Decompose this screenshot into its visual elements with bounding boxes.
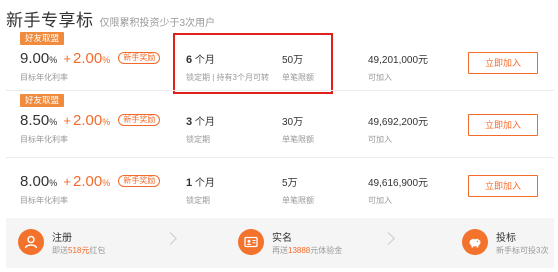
rate-label: 目标年化利率 [20, 135, 68, 144]
term-number: 3 [186, 116, 193, 128]
base-rate: 8.50 [20, 112, 50, 129]
base-rate: 9.00 [20, 50, 50, 67]
chevron-right-icon [164, 232, 177, 245]
term-number: 1 [186, 177, 193, 189]
rate-label: 目标年化利率 [20, 196, 68, 205]
product-row: 8.00% +2.00% 新手奖励 目标年化利率 1 个月 锁定期 5万 单笔限… [6, 155, 554, 215]
term-value: 3 个月 [186, 113, 215, 128]
verify-title: 实名 [272, 233, 292, 244]
highlight-box [173, 33, 333, 94]
verify-desc-post: 元体验金 [310, 246, 343, 255]
rate-label: 目标年化利率 [20, 73, 68, 82]
verify-desc: 再送13888元体验金 [272, 245, 342, 256]
plus-sign: + [63, 51, 71, 66]
term-label: 锁定期 [186, 135, 210, 144]
product-badge: 好友取盟 [20, 32, 65, 45]
join-button[interactable]: 立即加入 [468, 175, 538, 197]
divider [6, 90, 554, 91]
bonus-rate-pct: % [102, 178, 111, 188]
verify-desc-pre: 再送 [272, 246, 288, 255]
register-desc-pre: 即送 [52, 246, 68, 255]
product-rate: 8.50% +2.00% 新手奖励 [20, 112, 161, 129]
product-rate: 8.00% +2.00% 新手奖励 [20, 173, 161, 190]
limit-label: 单笔限额 [282, 196, 314, 205]
bonus-rate-pct: % [102, 55, 111, 65]
newbie-tag: 新手奖励 [118, 52, 161, 64]
base-rate-pct: % [49, 117, 58, 127]
register-title: 注册 [52, 233, 72, 244]
invest-title: 投标 [496, 233, 516, 244]
user-icon [18, 229, 44, 255]
term-unit: 个月 [194, 178, 215, 189]
join-button[interactable]: 立即加入 [468, 52, 538, 74]
piggy-bank-icon [462, 229, 488, 255]
amount-value: 49,616,900元 [368, 178, 429, 189]
newbie-tag: 新手奖励 [118, 175, 161, 187]
register-desc-post: 红包 [89, 246, 106, 255]
term-unit: 个月 [194, 117, 215, 128]
verify-desc-amount: 13888 [288, 246, 311, 255]
page-subtitle: 仅限累积投资少于3次用户 [99, 18, 216, 29]
page-title: 新手专享标 [6, 11, 94, 30]
amount-label: 可加入 [368, 73, 392, 82]
bonus-rate: 2.00 [72, 50, 103, 67]
page-header: 新手专享标 仅限累积投资少于3次用户 [6, 6, 215, 30]
newbie-tag: 新手奖励 [118, 114, 161, 126]
id-card-icon [238, 229, 264, 255]
term-label: 锁定期 [186, 196, 210, 205]
bonus-rate-pct: % [102, 117, 111, 127]
amount-label: 可加入 [368, 196, 392, 205]
amount-value: 49,201,000元 [368, 55, 429, 66]
product-badge: 好友取盟 [20, 94, 65, 107]
register-step[interactable]: 注册 即送518元红包 [18, 226, 158, 260]
product-row: 好友取盟 8.50% +2.00% 新手奖励 目标年化利率 3 个月 锁定期 3… [6, 94, 554, 154]
limit-value: 5万 [282, 178, 298, 189]
join-button[interactable]: 立即加入 [468, 114, 538, 136]
plus-sign: + [63, 174, 71, 189]
amount-label: 可加入 [368, 135, 392, 144]
verify-step[interactable]: 实名 再送13888元体验金 [238, 226, 388, 260]
limit-value: 30万 [282, 117, 304, 128]
base-rate-pct: % [49, 55, 58, 65]
invest-desc: 新手标可投3次 [496, 246, 549, 255]
bonus-rate: 2.00 [72, 173, 103, 190]
bonus-rate: 2.00 [72, 112, 103, 129]
register-desc: 即送518元红包 [52, 245, 105, 256]
register-desc-amount: 518元 [68, 246, 90, 255]
base-rate: 8.00 [20, 173, 50, 190]
newbie-steps-bar: 注册 即送518元红包 实名 再送13888元体验金 投标 新手标可投3次 [6, 218, 554, 268]
invest-step[interactable]: 投标 新手标可投3次 [462, 226, 552, 260]
plus-sign: + [63, 113, 71, 128]
term-value: 1 个月 [186, 174, 215, 189]
amount-value: 49,692,200元 [368, 117, 429, 128]
base-rate-pct: % [49, 178, 58, 188]
product-rate: 9.00% +2.00% 新手奖励 [20, 50, 161, 67]
limit-label: 单笔限额 [282, 135, 314, 144]
